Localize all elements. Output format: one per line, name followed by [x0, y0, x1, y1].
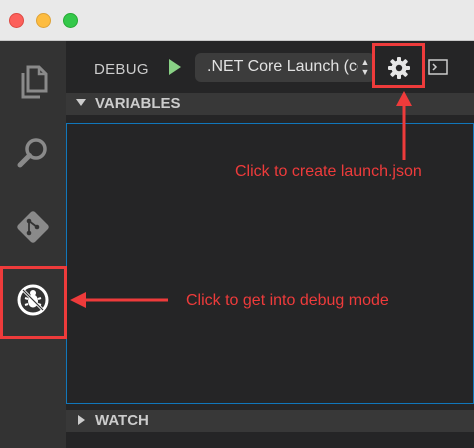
debug-mode-callout: Click to get into debug mode	[186, 292, 389, 309]
annotation-arrows	[70, 91, 412, 308]
launch-json-callout: Click to create launch.json	[235, 163, 422, 180]
arrowhead-left	[70, 292, 86, 308]
arrowhead-up	[396, 91, 412, 106]
